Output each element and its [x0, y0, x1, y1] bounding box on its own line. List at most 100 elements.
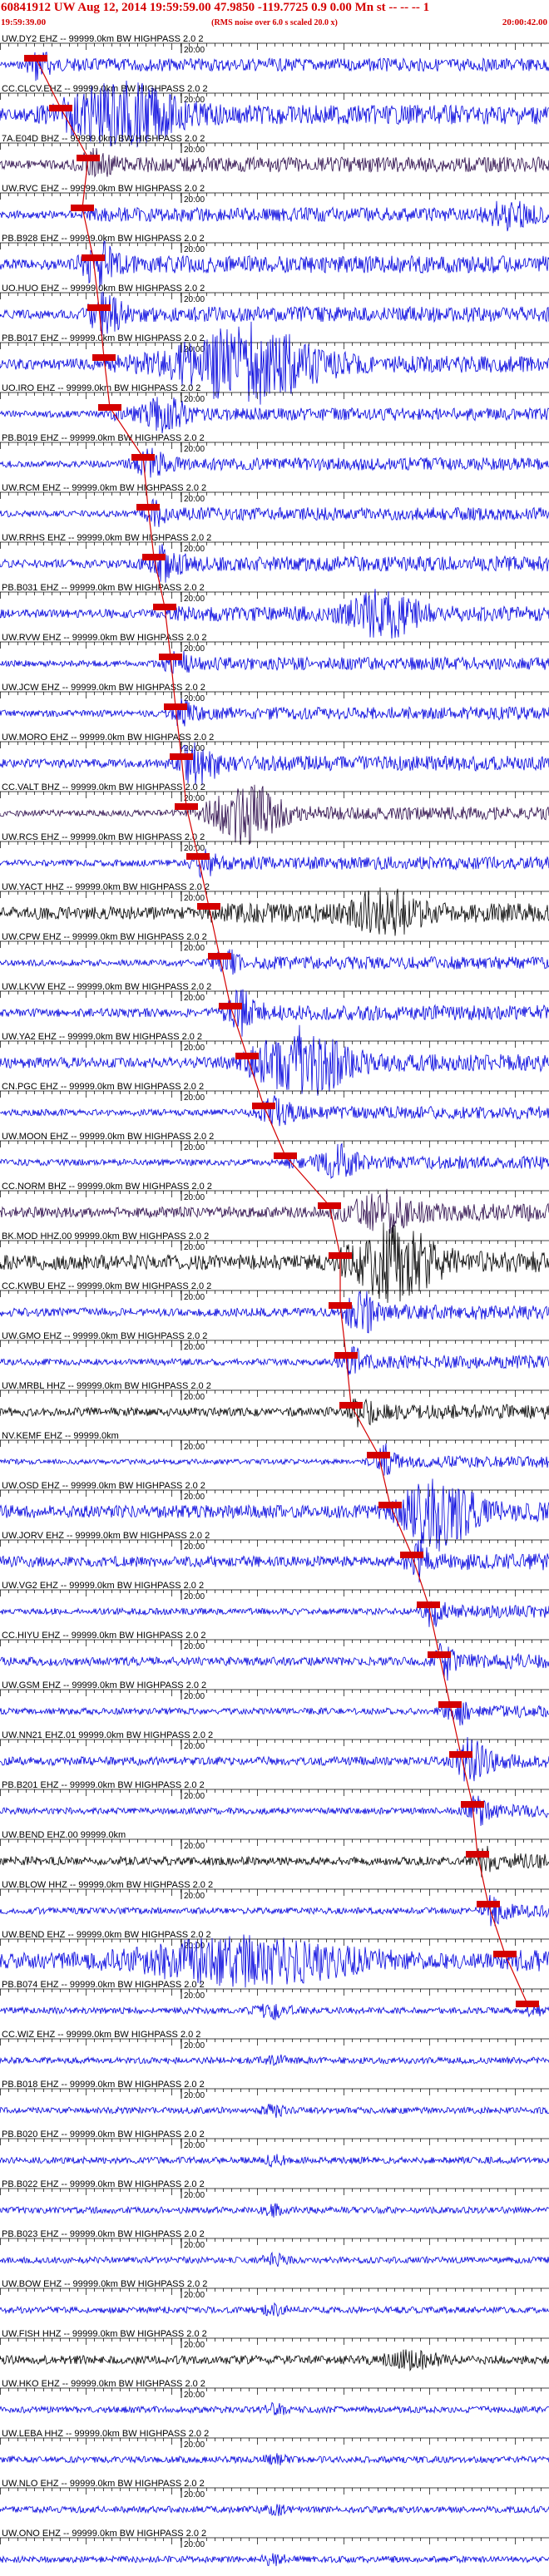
minute-tick-label: 20:00: [184, 844, 205, 853]
trace-label: PB.B018 EHZ -- 99999.0km BW HIGHPASS 2.0…: [2, 2080, 205, 2090]
minute-tick-label: 20:00: [184, 1243, 205, 1252]
minute-tick-label: 20:00: [184, 644, 205, 654]
trace-label: UW.LKVW EHZ -- 99999.0km BW HIGHPASS 2.0…: [2, 982, 211, 992]
waveform: [0, 2203, 549, 2218]
trace-label: UW.NN21 EHZ.01 99999.0km BW HIGHPASS 2.0…: [2, 1730, 213, 1740]
waveform: [0, 589, 549, 639]
minute-tick-label: 20:00: [184, 1393, 205, 1402]
trace-label: CC.WIZ EHZ -- 99999.0km BW HIGHPASS 2.0 …: [2, 2030, 200, 2040]
minute-tick-label: 20:00: [184, 395, 205, 404]
trace-label: UW.JORV EHZ -- 99999.0km BW HIGHPASS 2.0…: [2, 1531, 210, 1541]
trace-label: UW.BLOW HHZ -- 99999.0km BW HIGHPASS 2.0…: [2, 1880, 213, 1890]
waveform: [0, 1701, 549, 1726]
minute-tick-label: 20:00: [184, 1343, 205, 1352]
trace-label: UW.ONO EHZ -- 99999.0km BW HIGHPASS 2.0 …: [2, 2529, 206, 2539]
trace-label: NV.KEMF EHZ -- 99999.0km: [2, 1431, 119, 1441]
waveform: [0, 1795, 549, 1826]
trace-label: CC.HIYU EHZ -- 99999.0km BW HIGHPASS 2.0…: [2, 1631, 206, 1641]
minute-tick-label: 20:00: [184, 1193, 205, 1202]
minute-tick-label: 20:00: [184, 2091, 205, 2100]
waveform: [0, 848, 549, 879]
trace-label: CC.VALT BHZ -- 99999.0km BW HIGHPASS 2.0…: [2, 782, 205, 792]
trace-label: PB.B022 EHZ -- 99999.0km BW HIGHPASS 2.0…: [2, 2179, 205, 2189]
trace-label: UW.VG2 EHZ -- 99999.0km BW HIGHPASS 2.0 …: [2, 1581, 204, 1591]
minute-tick-label: 20:00: [184, 1044, 205, 1053]
waveform: [0, 2251, 549, 2268]
trace-label: UW.YACT HHZ -- 99999.0km BW HIGHPASS 2.0…: [2, 882, 210, 892]
trace-label: PB.B201 EHZ -- 99999.0km BW HIGHPASS 2.0…: [2, 1780, 205, 1790]
trace-label: UW.NLO EHZ -- 99999.0km BW HIGHPASS 2.0 …: [2, 2479, 205, 2489]
trace-label: UW.JCW EHZ -- 99999.0km BW HIGHPASS 2.0 …: [2, 683, 205, 693]
waveform: [0, 1539, 549, 1583]
minute-tick-label: 20:00: [184, 46, 205, 55]
trace-label: PB.B020 EHZ -- 99999.0km BW HIGHPASS 2.0…: [2, 2129, 205, 2139]
waveform: [0, 1443, 549, 1476]
waveform: [0, 949, 549, 975]
trace-label: UW.MORO EHZ -- 99999.0km BW HIGHPASS 2.0…: [2, 733, 214, 743]
waveform: [0, 650, 549, 674]
minute-tick-label: 20:00: [184, 1842, 205, 1851]
waveform: [0, 1736, 549, 1782]
trace-label: UW.RCM EHZ -- 99999.0km BW HIGHPASS 2.0 …: [2, 483, 206, 493]
minute-tick-label: 20:00: [184, 146, 205, 155]
trace-label: CC.NORM BHZ -- 99999.0km BW HIGHPASS 2.0…: [2, 1182, 212, 1192]
minute-tick-label: 20:00: [184, 2041, 205, 2050]
minute-tick-label: 20:00: [184, 1892, 205, 1901]
trace-label: CC.CLCV.EHZ -- 99999.0km BW HIGHPASS 2.0…: [2, 84, 208, 94]
waveform: [0, 1188, 549, 1234]
minute-tick-label: 20:00: [184, 1592, 205, 1601]
trace-label: UW.RVC EHZ -- 99999.0km BW HIGHPASS 2.0 …: [2, 184, 205, 194]
trace-label: UW.BOW EHZ -- 99999.0km BW HIGHPASS 2.0 …: [2, 2279, 207, 2289]
trace-label: UW.RVW EHZ -- 99999.0km BW HIGHPASS 2.0 …: [2, 633, 207, 643]
trace-label: PB.B019 EHZ -- 99999.0km BW HIGHPASS 2.0…: [2, 433, 205, 443]
trace-label: 7A.E04D BHZ -- 99999.0km BW HIGHPASS 2.0…: [2, 134, 205, 144]
minute-tick-label: 20:00: [184, 794, 205, 803]
minute-tick-label: 20:00: [184, 545, 205, 554]
minute-tick-label: 20:00: [184, 195, 205, 205]
minute-tick-label: 20:00: [184, 2241, 205, 2250]
minute-tick-label: 20:00: [184, 595, 205, 604]
waveform: [0, 2104, 549, 2118]
minute-tick-label: 20:00: [184, 1493, 205, 1502]
seismogram-stack: 20:00 UW.DY2 EHZ -- 99999.0km BW HIGHPASS…: [0, 34, 549, 2567]
trace-label: UW.BEND EHZ.00 99999.0km: [2, 1830, 126, 1840]
waveform: [0, 240, 549, 288]
waveform: [0, 1601, 549, 1627]
minute-tick-label: 20:00: [184, 1293, 205, 1302]
minute-tick-label: 20:00: [184, 295, 205, 304]
waveform: [0, 52, 549, 81]
trace-label: UW.RCS EHZ -- 99999.0km BW HIGHPASS 2.0 …: [2, 832, 205, 842]
minute-tick-label: 20:00: [184, 445, 205, 454]
waveform: [0, 2553, 549, 2567]
minute-tick-label: 20:00: [184, 1093, 205, 1103]
trace-label: CC.KWBU EHZ -- 99999.0km BW HIGHPASS 2.0…: [2, 1281, 211, 1291]
trace-label: UW.CPW EHZ -- 99999.0km BW HIGHPASS 2.0 …: [2, 932, 207, 942]
waveform: [0, 1845, 549, 1878]
trace-label: UW.BEND EHZ -- 99999.0km BW HIGHPASS 2.0…: [2, 1930, 211, 1940]
waveform: [0, 2302, 549, 2317]
trace-label: UW.LEBA HHZ -- 99999.0km BW HIGHPASS 2.0…: [2, 2429, 209, 2439]
trace-label: UW.GSM EHZ -- 99999.0km BW HIGHPASS 2.0 …: [2, 1680, 206, 1690]
waveform: [0, 1894, 549, 1927]
minute-tick-label: 20:00: [184, 2391, 205, 2400]
trace-label: UW.HKO EHZ -- 99999.0km BW HIGHPASS 2.0 …: [2, 2379, 205, 2389]
trace-label: BK.MOD HHZ.00 99999.0km BW HIGHPASS 2.0 …: [2, 1231, 209, 1241]
minute-tick-label: 20:00: [184, 1742, 205, 1751]
waveform: [0, 1095, 549, 1127]
minute-tick-label: 20:00: [184, 1792, 205, 1801]
minute-tick-label: 20:00: [184, 1443, 205, 1452]
minute-tick-label: 20:00: [184, 345, 205, 354]
minute-tick-label: 20:00: [184, 2490, 205, 2500]
waveform: [0, 291, 549, 336]
waveform: [0, 2349, 549, 2371]
trace-label: PB.B031 EHZ -- 99999.0km BW HIGHPASS 2.0…: [2, 583, 205, 593]
waveform: [0, 397, 549, 434]
trace-label: UW.MOON EHZ -- 99999.0km BW HIGHPASS 2.0…: [2, 1132, 214, 1142]
trace-label: UW.OSD EHZ -- 99999.0km BW HIGHPASS 2.0 …: [2, 1481, 205, 1491]
waveform: [0, 147, 549, 178]
waveform: [0, 2054, 549, 2066]
minute-tick-label: 20:00: [184, 1143, 205, 1152]
waveform: [0, 498, 549, 527]
trace-label: UW.YA2 EHZ -- 99999.0km BW HIGHPASS 2.0 …: [2, 1032, 202, 1042]
minute-tick-label: 20:00: [184, 894, 205, 903]
